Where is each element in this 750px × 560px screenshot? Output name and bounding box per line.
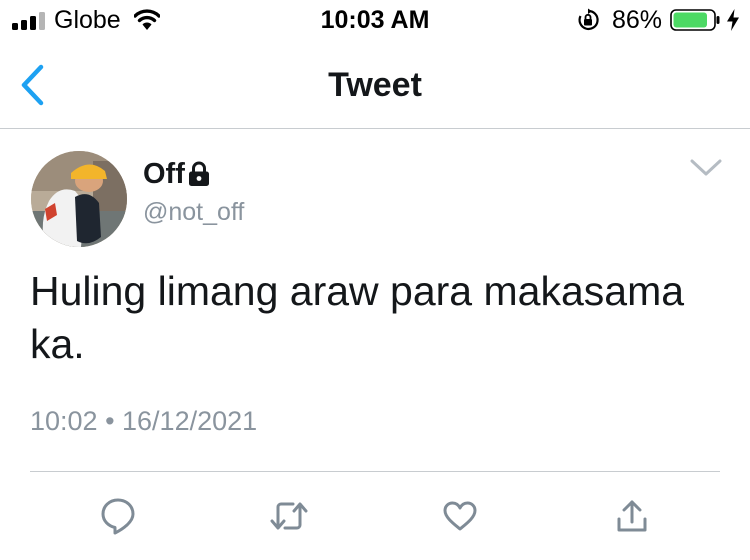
tweet-text: Huling limang araw para makasama ka. [30, 268, 685, 367]
heart-icon [443, 501, 477, 531]
status-bar: Globe 10:03 AM 86% [0, 0, 750, 44]
charging-bolt-icon [727, 9, 739, 31]
divider [30, 471, 720, 472]
share-icon [617, 500, 647, 532]
rotation-lock-icon [578, 8, 599, 31]
reply-button[interactable] [95, 496, 141, 536]
nav-bar: Tweet [0, 44, 750, 129]
avatar[interactable] [31, 151, 127, 247]
like-button[interactable] [437, 496, 483, 536]
battery-percent: 86% [612, 6, 663, 34]
lock-icon [188, 161, 209, 186]
reply-icon [101, 498, 135, 535]
display-name[interactable]: Off [143, 158, 185, 191]
retweet-button[interactable] [266, 496, 312, 536]
page-title: Tweet [328, 66, 422, 104]
retweet-icon [270, 502, 308, 530]
author-name-row[interactable]: Off [143, 158, 210, 190]
avatar-photo [31, 151, 127, 247]
share-button[interactable] [609, 496, 655, 536]
tweet-menu-button[interactable] [686, 150, 726, 186]
tweet-timestamp: 10:02 • 16/12/2021 [30, 406, 258, 436]
chevron-down-icon [690, 159, 722, 176]
battery-icon [670, 9, 720, 31]
user-handle[interactable]: @not_off [143, 198, 244, 227]
